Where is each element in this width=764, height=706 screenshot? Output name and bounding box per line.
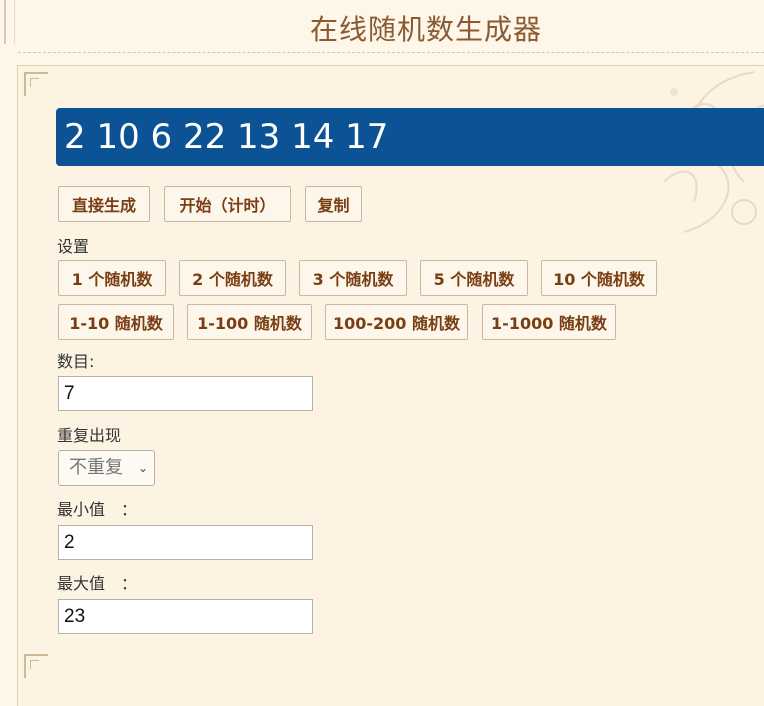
- preset-range-1-100-button[interactable]: 1-100 随机数: [187, 304, 312, 340]
- header: 在线随机数生成器: [0, 0, 764, 56]
- preset-1-count-button[interactable]: 1 个随机数: [58, 260, 166, 296]
- repeat-label: 重复出现: [57, 426, 122, 445]
- count-input[interactable]: 7: [58, 376, 313, 411]
- preset-range-1-10-button[interactable]: 1-10 随机数: [58, 304, 174, 340]
- preset-5-count-button[interactable]: 5 个随机数: [420, 260, 528, 296]
- settings-label: 设置: [57, 237, 90, 256]
- title-divider: [18, 52, 764, 53]
- repeat-select[interactable]: 不重复 ⌄: [58, 450, 155, 486]
- preset-3-count-button[interactable]: 3 个随机数: [299, 260, 407, 296]
- page-title: 在线随机数生成器: [309, 13, 542, 46]
- max-label: 最大值 ：: [57, 574, 138, 593]
- max-input[interactable]: 23: [58, 599, 313, 634]
- chevron-down-icon: ⌄: [137, 461, 148, 475]
- count-label: 数目:: [57, 352, 95, 371]
- generate-button[interactable]: 直接生成: [58, 186, 150, 222]
- corner-ornament-top: [24, 72, 48, 96]
- min-label: 最小值 ：: [57, 500, 138, 519]
- preset-10-count-button[interactable]: 10 个随机数: [541, 260, 657, 296]
- corner-ornament-bottom: [24, 654, 48, 678]
- preset-range-1-1000-button[interactable]: 1-1000 随机数: [482, 304, 616, 340]
- preset-range-100-200-button[interactable]: 100-200 随机数: [325, 304, 468, 340]
- preset-2-count-button[interactable]: 2 个随机数: [179, 260, 286, 296]
- repeat-select-value: 不重复: [69, 457, 123, 478]
- min-input[interactable]: 2: [58, 525, 313, 560]
- result-display: 2 10 6 22 13 14 17: [56, 108, 764, 166]
- copy-button[interactable]: 复制: [305, 186, 362, 222]
- start-timed-button[interactable]: 开始（计时）: [164, 186, 291, 222]
